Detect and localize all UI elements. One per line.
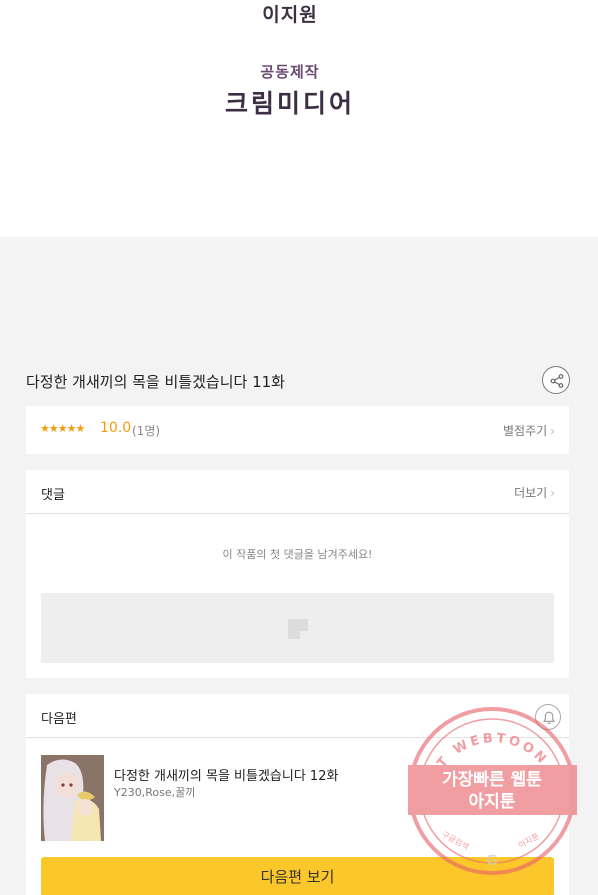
rating-card: ★★★★★ 10.0 (1명) 별점주기 ›	[26, 406, 569, 454]
ad-placeholder-icon	[288, 619, 308, 639]
next-episode-thumbnail[interactable]	[41, 755, 104, 841]
next-episode-title-label: 다음편	[41, 712, 77, 727]
next-episode-authors: Y230,Rose,꿀끼	[114, 786, 196, 799]
share-icon	[550, 374, 564, 388]
episode-title-row: 다정한 개새끼의 목을 비틀겠습니다 11화	[26, 366, 570, 396]
next-episode-title[interactable]: 다정한 개새끼의 목을 비틀겠습니다 12화	[114, 765, 338, 784]
chevron-right-icon: ›	[550, 424, 555, 438]
comments-title: 댓글	[41, 488, 65, 503]
more-link-label: 더보기	[514, 486, 548, 500]
rating-stars: ★★★★★	[40, 422, 85, 435]
chevron-right-icon: ›	[550, 486, 555, 500]
ad-placeholder[interactable]	[41, 593, 554, 663]
next-episode-button[interactable]: 다음편 보기	[41, 857, 554, 895]
comments-card: 댓글 더보기 › 이 작품의 첫 댓글을 남겨주세요!	[26, 470, 569, 678]
rate-link[interactable]: 별점주기 ›	[503, 422, 555, 439]
thumbnail-illustration	[41, 755, 104, 841]
comments-more-link[interactable]: 더보기 ›	[514, 484, 555, 501]
notify-button[interactable]	[535, 704, 561, 730]
empty-comments-message: 이 작품의 첫 댓글을 남겨주세요!	[222, 548, 373, 561]
coproduction-label: 공동제작	[260, 63, 320, 81]
author-credit: 이지원	[262, 4, 318, 26]
comments-header: 댓글 더보기 ›	[26, 470, 569, 514]
bell-icon	[542, 711, 556, 725]
episode-title: 다정한 개새끼의 목을 비틀겠습니다 11화	[26, 373, 285, 391]
rating-count: (1명)	[132, 424, 161, 438]
share-button[interactable]	[542, 366, 570, 394]
rate-link-label: 별점주기	[503, 424, 548, 438]
next-episode-card: 다음편 다정한 개새끼의 목을 비틀겠습니다 12화 Y230,Rose,꿀끼 …	[26, 694, 569, 895]
studio-credit: 크림미디어	[224, 89, 355, 118]
next-episode-header: 다음편	[26, 694, 569, 738]
rating-score: 10.0	[100, 420, 132, 436]
credits-panel: 이지원 공동제작 크림미디어	[0, 0, 598, 237]
